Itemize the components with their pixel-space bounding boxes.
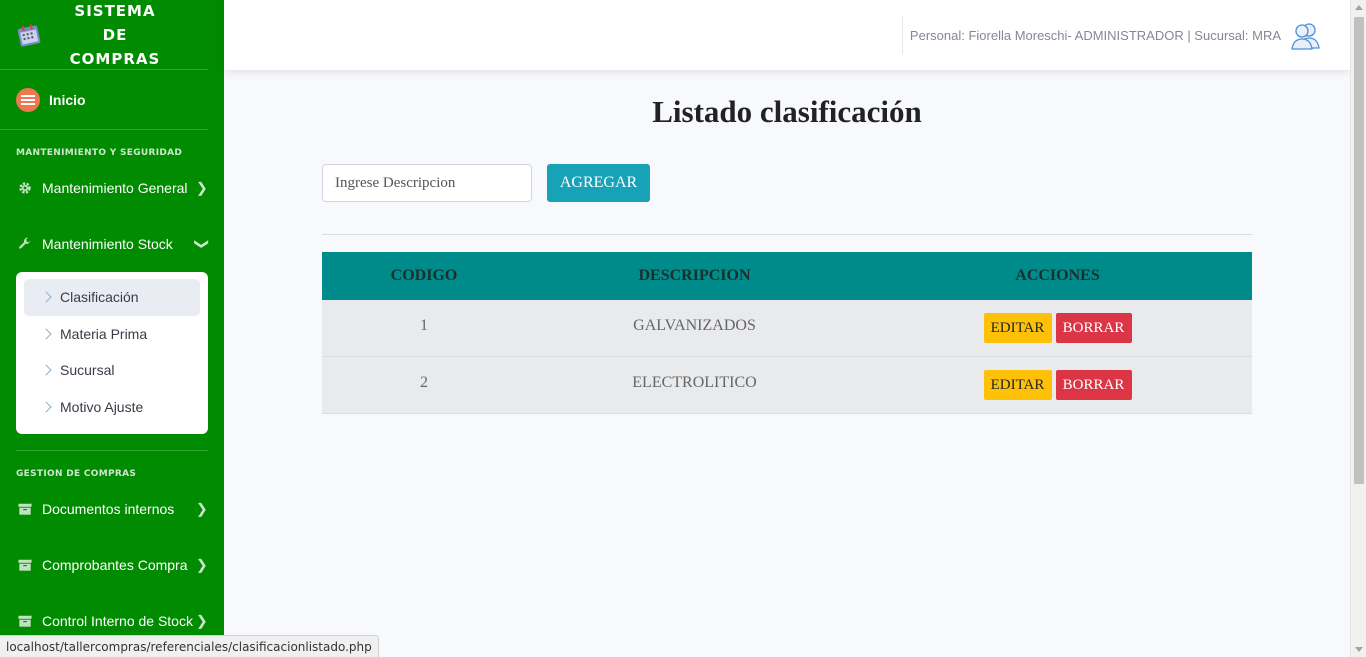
submenu-item-sucursal[interactable]: Sucursal — [24, 352, 200, 389]
submenu-item-label: Clasificación — [60, 289, 139, 306]
chevron-right-icon: ❯ — [196, 612, 208, 629]
add-button[interactable]: AGREGAR — [547, 164, 650, 202]
cell-acciones: EDITAR BORRAR — [863, 300, 1252, 356]
table-row: 2 ELECTROLITICO EDITAR BORRAR — [322, 357, 1252, 414]
brand-title: SISTEMA DE COMPRAS — [69, 1, 161, 68]
nav-item-comprobantes-compra[interactable]: Comprobantes Compra ❯ — [0, 537, 224, 593]
submenu-item-materia-prima[interactable]: Materia Prima — [24, 316, 200, 353]
nav-item-documentos-internos[interactable]: Documentos internos ❯ — [0, 481, 224, 537]
delete-button[interactable]: BORRAR — [1055, 370, 1132, 400]
scrollbar-thumb[interactable] — [1354, 17, 1364, 484]
table-row: 1 GALVANIZADOS EDITAR BORRAR — [322, 300, 1252, 357]
edit-button[interactable]: EDITAR — [983, 370, 1052, 400]
edit-button[interactable]: EDITAR — [983, 313, 1052, 343]
cell-descripcion: GALVANIZADOS — [633, 317, 756, 334]
description-input[interactable] — [322, 164, 532, 202]
submenu-panel: Clasificación Materia Prima Sucursal Mot… — [16, 272, 208, 434]
topbar: Personal: Fiorella Moreschi- ADMINISTRAD… — [224, 0, 1350, 70]
submenu-item-label: Motivo Ajuste — [60, 398, 144, 415]
nav-item-label: Mantenimiento Stock — [42, 236, 173, 252]
cell-acciones: EDITAR BORRAR — [863, 357, 1252, 413]
archive-icon — [18, 615, 32, 627]
divider — [322, 234, 1252, 235]
section-heading: GESTION DE COMPRAS — [16, 469, 137, 479]
column-header-descripcion: DESCRIPCION — [638, 267, 751, 284]
column-header-acciones: ACCIONES — [1015, 267, 1100, 284]
page-title: Listado clasificación — [652, 94, 922, 129]
chevron-right-icon: ❯ — [196, 179, 208, 196]
chevron-right-icon — [40, 291, 52, 303]
brand[interactable]: SISTEMA DE COMPRAS — [0, 0, 208, 70]
nav-item-label: Inicio — [49, 91, 86, 108]
chevron-right-icon — [40, 364, 52, 376]
main-content: Listado clasificación AGREGAR CODIGO DES… — [224, 70, 1350, 657]
archive-icon — [18, 503, 32, 515]
cell-codigo: 2 — [420, 374, 428, 391]
user-avatar-icon[interactable] — [1291, 20, 1321, 50]
section-heading: MANTENIMIENTO Y SEGURIDAD — [16, 148, 183, 158]
delete-button[interactable]: BORRAR — [1055, 313, 1132, 343]
nav-item-label: Mantenimiento General — [42, 180, 188, 196]
submenu-item-label: Sucursal — [60, 362, 115, 379]
scroll-down-icon[interactable] — [1355, 647, 1363, 652]
topbar-divider — [902, 16, 903, 54]
nav-item-label: Documentos internos — [42, 501, 175, 517]
archive-icon — [18, 559, 32, 571]
nav-item-inicio[interactable]: Inicio — [0, 70, 208, 130]
wrench-icon — [19, 237, 31, 249]
submenu-item-motivo-ajuste[interactable]: Motivo Ajuste — [24, 389, 200, 426]
submenu-item-clasificacion[interactable]: Clasificación — [24, 279, 200, 316]
gear-icon — [19, 182, 31, 194]
classification-table: CODIGO DESCRIPCION ACCIONES 1 GALVANIZAD… — [322, 252, 1252, 414]
chevron-right-icon: ❯ — [196, 500, 208, 517]
nav-item-mantenimiento-stock[interactable]: Mantenimiento Stock ❯ — [0, 216, 224, 272]
chevron-right-icon — [40, 401, 52, 413]
cell-descripcion: ELECTROLITICO — [632, 374, 757, 391]
scroll-up-icon[interactable] — [1355, 5, 1363, 10]
column-header-codigo: CODIGO — [390, 267, 458, 284]
cell-codigo: 1 — [420, 317, 428, 334]
sidebar: SISTEMA DE COMPRAS Inicio MANTENIMIENTO … — [0, 0, 224, 657]
status-url: localhost/tallercompras/referenciales/cl… — [0, 635, 379, 657]
chevron-down-icon: ❯ — [194, 238, 211, 250]
nav-item-mantenimiento-general[interactable]: Mantenimiento General ❯ — [0, 160, 224, 216]
submenu-item-label: Materia Prima — [60, 325, 148, 342]
nav-item-label: Control Interno de Stock — [42, 613, 193, 629]
user-info[interactable]: Personal: Fiorella Moreschi- ADMINISTRAD… — [910, 28, 1281, 43]
table-header: CODIGO DESCRIPCION ACCIONES — [322, 252, 1252, 300]
chevron-right-icon — [40, 328, 52, 340]
chevron-right-icon: ❯ — [196, 556, 208, 573]
vertical-scrollbar[interactable] — [1350, 0, 1366, 657]
home-icon — [16, 87, 40, 112]
calendar-icon — [16, 22, 42, 48]
nav-item-label: Comprobantes Compra — [42, 557, 188, 573]
